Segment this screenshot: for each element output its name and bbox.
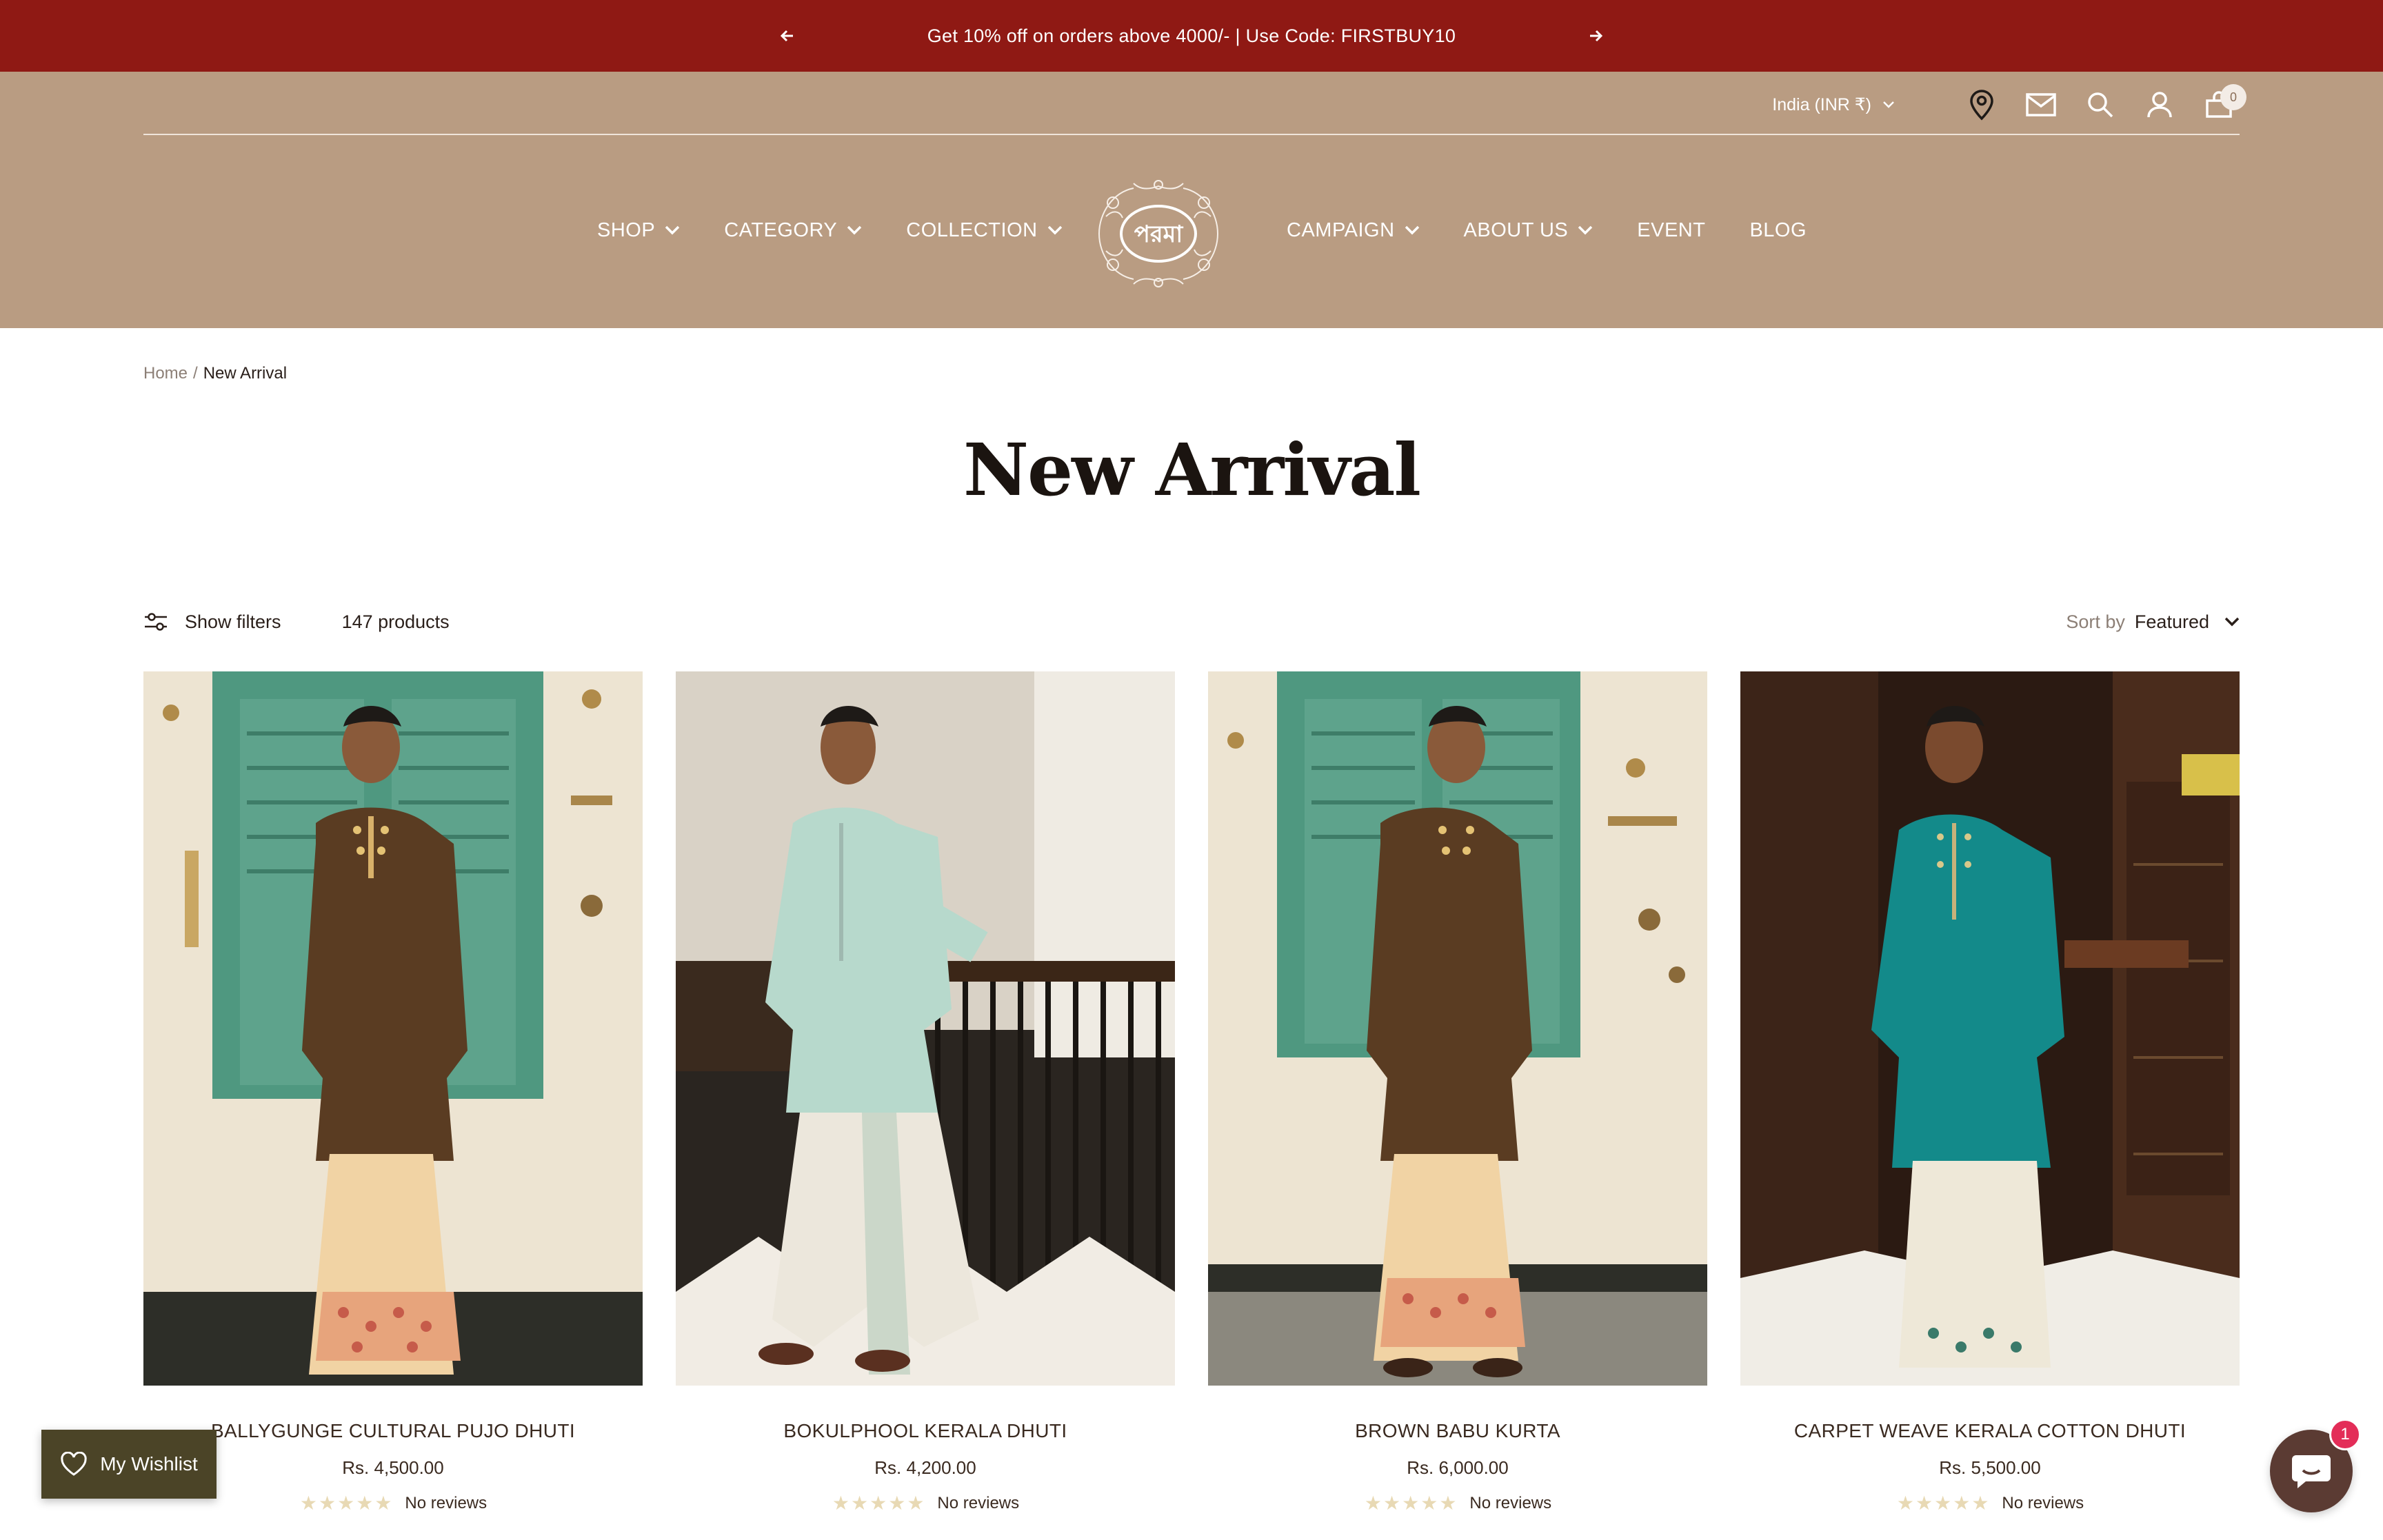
star-rating-icons: ★ ★ ★ ★ ★	[299, 1492, 392, 1514]
nav-category[interactable]: CATEGORY	[724, 219, 862, 242]
show-filters-button[interactable]: Show filters	[143, 611, 281, 633]
product-count: 147 products	[341, 611, 450, 632]
product-rating: ★ ★ ★ ★ ★ No reviews	[1208, 1494, 1707, 1513]
nav-blog-label: BLOG	[1749, 219, 1807, 241]
product-name[interactable]: BROWN BABU KURTA	[1208, 1420, 1707, 1442]
product-image[interactable]	[1208, 671, 1707, 1386]
mail-icon	[2026, 93, 2056, 116]
logo-text: পরমা	[1134, 221, 1184, 248]
product-rating: ★ ★ ★ ★ ★ No reviews	[1740, 1494, 2240, 1513]
product-photo-mint-kurta-dhuti	[676, 671, 1175, 1386]
chevron-down-icon	[1405, 225, 1419, 235]
announcement-bar: Get 10% off on orders above 4000/- | Use…	[0, 0, 2383, 72]
store-locator-button[interactable]	[1961, 84, 2002, 125]
my-wishlist-button[interactable]: My Wishlist	[41, 1430, 217, 1499]
chevron-down-icon	[665, 225, 680, 235]
chat-notification-badge: 1	[2329, 1419, 2361, 1450]
utility-bar: India (INR ₹) 0	[1772, 84, 2246, 125]
search-button[interactable]	[2080, 84, 2121, 125]
nav-about-us-label: ABOUT US	[1463, 219, 1569, 241]
review-count: No reviews	[1469, 1494, 1552, 1512]
product-card: BOKULPHOOL KERALA DHUTI Rs. 4,200.00 ★ ★ ★…	[676, 671, 1175, 1513]
country-selector[interactable]: India (INR ₹)	[1772, 94, 1895, 115]
chevron-down-icon	[1047, 225, 1062, 235]
page-title: New Arrival	[963, 427, 1421, 512]
my-wishlist-label: My Wishlist	[100, 1453, 198, 1475]
nav-collection[interactable]: COLLECTION	[906, 219, 1062, 242]
main-nav-left: SHOP CATEGORY COLLECTION	[597, 203, 1107, 258]
sort-dropdown[interactable]: Sort by Featured	[2066, 611, 2240, 633]
product-image[interactable]	[143, 671, 643, 1386]
chevron-down-icon	[847, 225, 862, 235]
nav-category-label: CATEGORY	[724, 219, 838, 241]
nav-blog[interactable]: BLOG	[1749, 219, 1807, 242]
product-name[interactable]: BOKULPHOOL KERALA DHUTI	[676, 1420, 1175, 1442]
chat-bubble-icon	[2292, 1455, 2331, 1488]
breadcrumb: Home / New Arrival	[143, 364, 287, 383]
product-card: BROWN BABU KURTA Rs. 6,000.00 ★ ★ ★ ★ ★ No r…	[1208, 671, 1707, 1513]
country-label: India (INR ₹)	[1772, 95, 1871, 114]
announcement-message: Get 10% off on orders above 4000/- | Use…	[927, 25, 1456, 46]
star-rating-icons: ★ ★ ★ ★ ★	[1364, 1492, 1457, 1514]
nav-collection-label: COLLECTION	[906, 219, 1038, 241]
contact-button[interactable]	[2020, 84, 2062, 125]
heart-icon	[61, 1452, 87, 1476]
product-price: Rs. 4,500.00	[342, 1457, 444, 1478]
star-rating-icons: ★ ★ ★ ★ ★	[832, 1492, 925, 1514]
breadcrumb-separator: /	[193, 364, 198, 383]
arrow-right-icon	[1590, 30, 1603, 42]
product-rating: ★ ★ ★ ★ ★ No reviews	[143, 1494, 643, 1513]
ornate-logo-icon: পরমা	[1098, 180, 1218, 287]
nav-campaign-label: CAMPAIGN	[1287, 219, 1395, 241]
product-name[interactable]: BALLYGUNGE CULTURAL PUJO DHUTI	[143, 1420, 643, 1442]
sort-label: Sort by	[2066, 611, 2125, 632]
product-card: BALLYGUNGE CULTURAL PUJO DHUTI Rs. 4,500…	[143, 671, 643, 1513]
arrow-left-icon	[780, 30, 793, 42]
breadcrumb-current: New Arrival	[203, 364, 288, 383]
cart-button[interactable]: 0	[2198, 84, 2246, 125]
brand-logo[interactable]: পরমা	[1085, 175, 1231, 292]
star-rating-icons: ★ ★ ★ ★ ★	[1896, 1492, 1989, 1514]
user-icon	[2147, 92, 2172, 118]
chevron-down-icon	[1883, 101, 1894, 108]
product-grid: BALLYGUNGE CULTURAL PUJO DHUTI Rs. 4,500…	[143, 671, 2240, 1513]
product-photo-brown-babu-kurta	[1208, 671, 1707, 1386]
nav-shop[interactable]: SHOP	[597, 219, 680, 242]
site-header: India (INR ₹) 0 SHOP CATEGORY COLLECTION…	[0, 72, 2383, 328]
product-rating: ★ ★ ★ ★ ★ No reviews	[676, 1494, 1175, 1513]
main-nav-right: CAMPAIGN ABOUT US EVENT BLOG	[1287, 203, 1851, 258]
sort-value: Featured	[2134, 611, 2209, 632]
collection-toolbar: Show filters 147 products Sort by Featur…	[143, 604, 2240, 640]
account-button[interactable]	[2139, 84, 2180, 125]
location-pin-icon	[1970, 90, 1993, 121]
breadcrumb-home-link[interactable]: Home	[143, 364, 188, 383]
review-count: No reviews	[2002, 1494, 2084, 1512]
nav-shop-label: SHOP	[597, 219, 656, 241]
product-image[interactable]	[1740, 671, 2240, 1386]
nav-event-label: EVENT	[1637, 219, 1706, 241]
announcement-prev-button[interactable]	[771, 19, 804, 52]
product-photo-teal-kurta-dhuti	[1740, 671, 2240, 1386]
announcement-next-button[interactable]	[1579, 19, 1612, 52]
product-photo-brown-kurta-cream-dhuti	[143, 671, 643, 1386]
product-card: CARPET WEAVE KERALA COTTON DHUTI Rs. 5,5…	[1740, 671, 2240, 1513]
search-icon	[2088, 92, 2113, 118]
nav-about-us[interactable]: ABOUT US	[1464, 219, 1593, 242]
nav-campaign[interactable]: CAMPAIGN	[1287, 219, 1420, 242]
review-count: No reviews	[937, 1494, 1020, 1512]
product-name[interactable]: CARPET WEAVE KERALA COTTON DHUTI	[1740, 1420, 2240, 1442]
cart-count-badge: 0	[2220, 84, 2246, 110]
chevron-down-icon	[1578, 225, 1593, 235]
product-image[interactable]	[676, 671, 1175, 1386]
product-price: Rs. 4,200.00	[874, 1457, 976, 1478]
nav-event[interactable]: EVENT	[1637, 219, 1705, 242]
filter-sliders-icon	[145, 613, 167, 631]
product-price: Rs. 6,000.00	[1407, 1457, 1509, 1478]
review-count: No reviews	[405, 1494, 487, 1512]
header-divider	[143, 134, 2240, 135]
chevron-down-icon	[2224, 617, 2240, 627]
show-filters-label: Show filters	[185, 611, 281, 632]
product-price: Rs. 5,500.00	[1939, 1457, 2041, 1478]
